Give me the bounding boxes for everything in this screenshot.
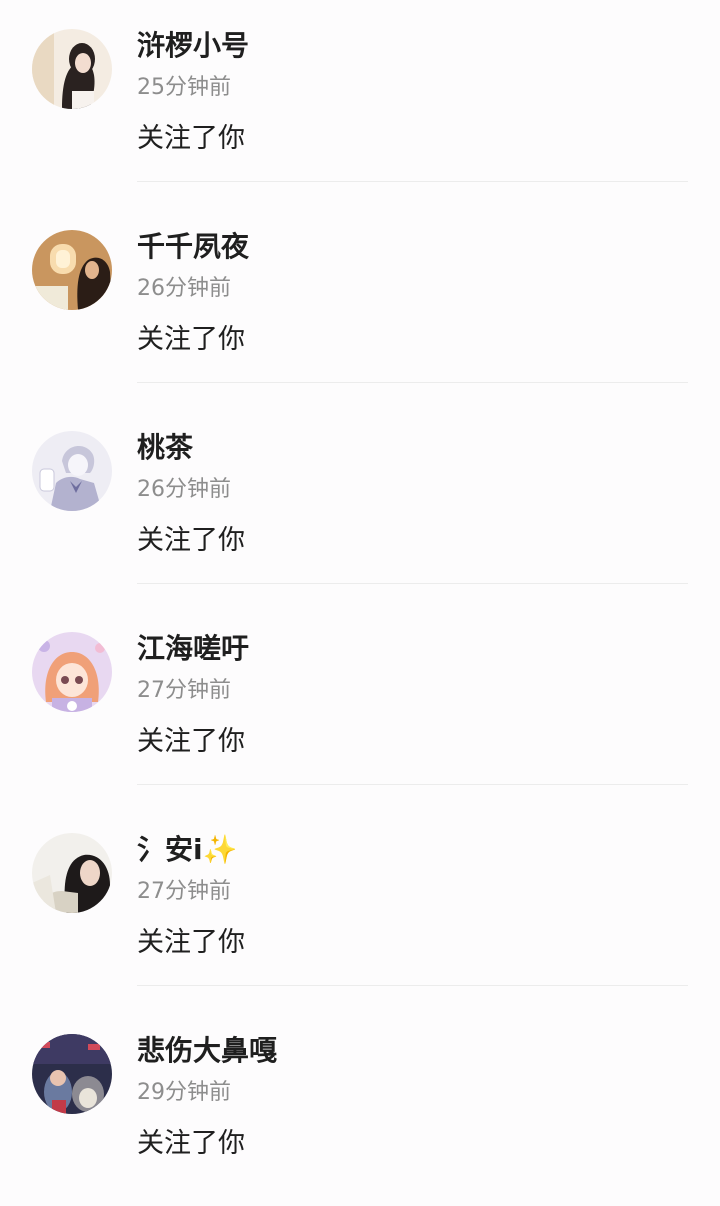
timestamp: 27分钟前	[137, 879, 231, 904]
timestamp: 26分钟前	[137, 276, 231, 301]
avatar[interactable]	[32, 833, 112, 913]
list-item[interactable]: 氵安i✨ 27分钟前 关注了你	[0, 804, 720, 1005]
notification-action: 关注了你	[137, 525, 245, 556]
divider	[137, 181, 688, 182]
avatar[interactable]	[32, 431, 112, 511]
username[interactable]: 氵安i✨	[137, 832, 237, 868]
avatar[interactable]	[32, 230, 112, 310]
username[interactable]: 桃茶	[137, 430, 193, 466]
notification-action: 关注了你	[137, 927, 245, 958]
divider	[137, 784, 688, 785]
notification-action: 关注了你	[137, 123, 245, 154]
username[interactable]: 江海嗟吁	[137, 631, 249, 667]
divider	[137, 382, 688, 383]
list-item[interactable]: 桃茶 26分钟前 关注了你	[0, 402, 720, 603]
notification-action: 关注了你	[137, 1128, 245, 1159]
notification-action: 关注了你	[137, 324, 245, 355]
avatar[interactable]	[32, 1034, 112, 1114]
list-item[interactable]: 千千夙夜 26分钟前 关注了你	[0, 201, 720, 402]
avatar[interactable]	[32, 29, 112, 109]
list-item[interactable]: 江海嗟吁 27分钟前 关注了你	[0, 603, 720, 804]
avatar[interactable]	[32, 632, 112, 712]
timestamp: 29分钟前	[137, 1080, 231, 1105]
list-item[interactable]: 悲伤大鼻嘎 29分钟前 关注了你	[0, 1005, 720, 1206]
divider	[137, 583, 688, 584]
follower-notification-list: 浒椤小号 25分钟前 关注了你 千千夙夜 26分钟前 关注了你 桃茶 26分钟前…	[0, 0, 720, 1177]
list-item[interactable]: 浒椤小号 25分钟前 关注了你	[0, 0, 720, 201]
timestamp: 26分钟前	[137, 477, 231, 502]
timestamp: 27分钟前	[137, 678, 231, 703]
username[interactable]: 浒椤小号	[137, 28, 249, 64]
username[interactable]: 千千夙夜	[137, 229, 249, 265]
notification-action: 关注了你	[137, 726, 245, 757]
username[interactable]: 悲伤大鼻嘎	[137, 1033, 277, 1069]
timestamp: 25分钟前	[137, 75, 231, 100]
divider	[137, 985, 688, 986]
